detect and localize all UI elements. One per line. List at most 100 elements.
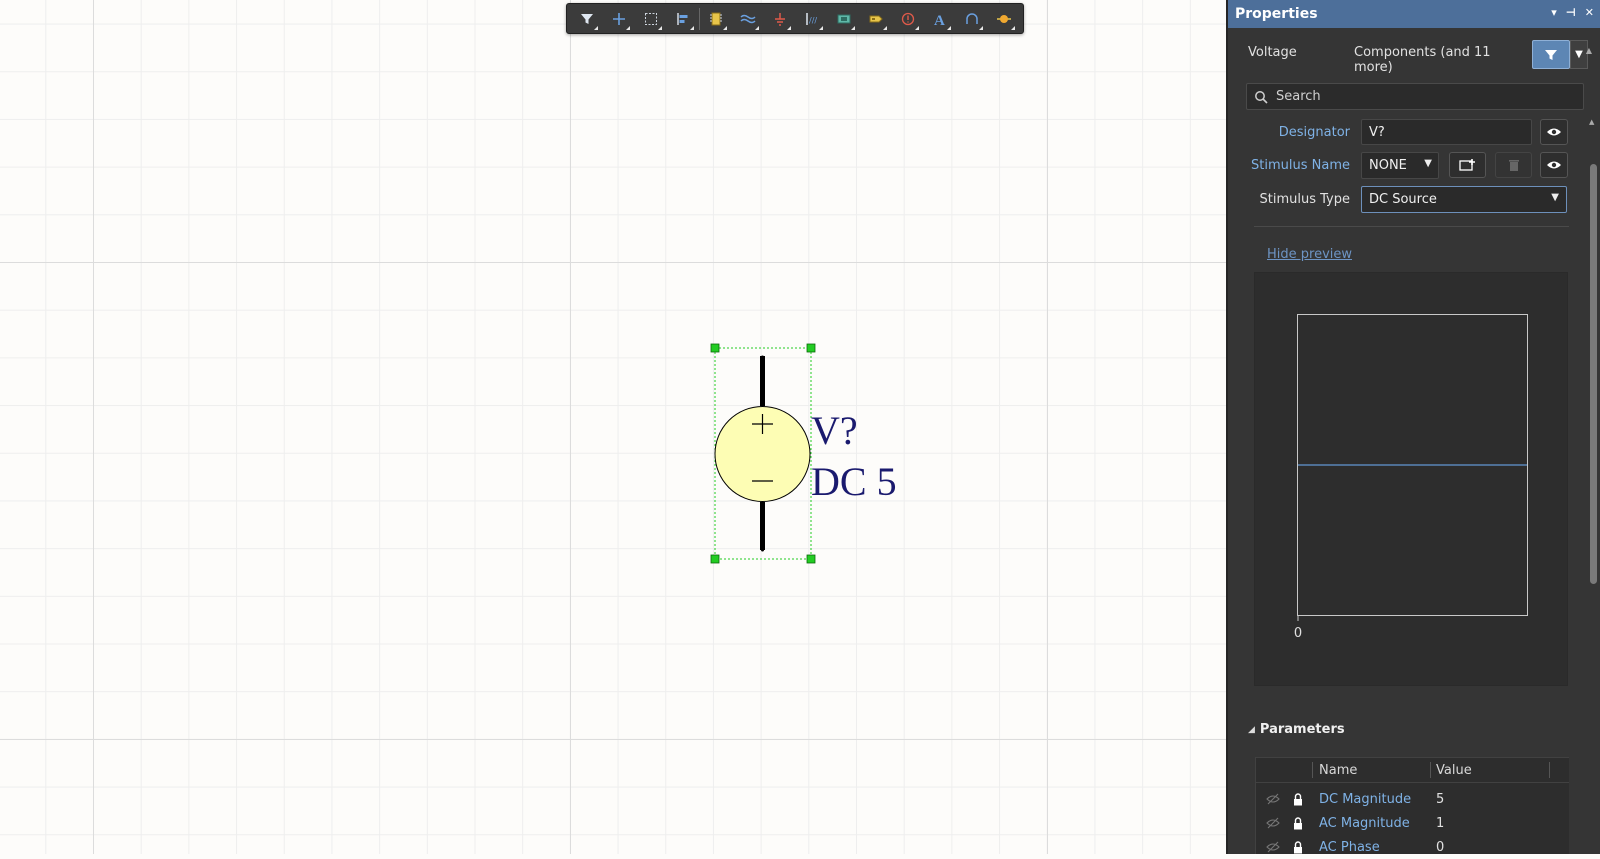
parameters-table: Name Value DC Magnitude 5 AC Magnitude 1… xyxy=(1255,757,1569,855)
parameters-header[interactable]: ◢ Parameters xyxy=(1248,722,1345,737)
stimulus-type-label: Stimulus Type xyxy=(1259,192,1350,207)
voltage-source-component[interactable]: V? DC 5 xyxy=(710,343,897,564)
search-icon xyxy=(1255,90,1268,104)
scroll-up-icon[interactable]: ▲ xyxy=(1589,118,1594,126)
value-text[interactable]: DC 5 xyxy=(811,459,897,504)
designator-visibility-button[interactable] xyxy=(1540,119,1568,145)
trash-icon xyxy=(1508,160,1519,171)
stimulus-type-select[interactable]: DC Source ▼ xyxy=(1361,186,1567,213)
object-type-row: Voltage xyxy=(1248,45,1297,60)
handle-top-right[interactable] xyxy=(806,343,816,353)
panel-menu-icon[interactable]: ▾ xyxy=(1551,6,1557,19)
stimulus-name-label: Stimulus Name xyxy=(1251,158,1350,173)
bus-icon xyxy=(740,14,756,23)
preview-plot: 0 xyxy=(1294,314,1528,641)
component-icon xyxy=(710,12,722,25)
parameters-heading: Parameters xyxy=(1259,722,1345,737)
schematic-canvas[interactable]: V? DC 5 /// A xyxy=(0,0,1226,854)
align-button[interactable] xyxy=(667,4,699,33)
designator-value: V? xyxy=(1369,124,1385,140)
object-type-label: Voltage xyxy=(1248,45,1297,60)
port-icon xyxy=(869,15,883,22)
svg-text:A: A xyxy=(934,13,945,27)
table-row[interactable]: AC Phase 0 xyxy=(1256,835,1569,859)
text-icon: A xyxy=(934,13,945,27)
place-bus-button[interactable] xyxy=(732,4,764,33)
place-arc-button[interactable] xyxy=(956,4,988,33)
hide-preview-link[interactable]: Hide preview xyxy=(1267,247,1352,262)
panel-title: Properties xyxy=(1235,6,1318,22)
place-power-port-button[interactable] xyxy=(764,4,796,33)
hidden-eye-icon[interactable] xyxy=(1266,841,1280,853)
place-port-button[interactable] xyxy=(860,4,892,33)
stimulus-name-select[interactable]: NONE ▼ xyxy=(1361,152,1439,179)
place-text-button[interactable]: A xyxy=(924,4,956,33)
filter-icon xyxy=(581,13,593,24)
chevron-down-icon: ▼ xyxy=(1575,49,1583,60)
column-name[interactable]: Name xyxy=(1319,763,1357,778)
scroll-up-arrow[interactable]: ▲ xyxy=(1586,46,1592,55)
lock-icon[interactable] xyxy=(1293,792,1303,806)
select-area-button[interactable] xyxy=(635,4,667,33)
param-value: 5 xyxy=(1436,791,1445,807)
hidden-eye-icon[interactable] xyxy=(1266,817,1280,829)
designator-text[interactable]: V? xyxy=(811,408,858,453)
close-icon[interactable]: ✕ xyxy=(1585,6,1594,19)
arc-icon xyxy=(966,12,978,24)
divider xyxy=(1254,226,1569,227)
properties-panel: Properties ▾ ⊣ ✕ Voltage Components (and… xyxy=(1226,0,1600,855)
handle-bottom-right[interactable] xyxy=(806,554,816,564)
param-value: 1 xyxy=(1436,815,1445,831)
parameters-header-row: Name Value xyxy=(1256,758,1569,783)
filter-tool-button[interactable] xyxy=(571,4,603,33)
panel-header: Properties ▾ ⊣ ✕ xyxy=(1228,0,1600,28)
stimulus-type-value: DC Source xyxy=(1369,192,1437,207)
chevron-down-icon: ▼ xyxy=(1424,158,1432,169)
net-label-icon: /// xyxy=(806,12,817,25)
lock-icon[interactable] xyxy=(1293,816,1303,830)
select-area-icon xyxy=(645,12,657,25)
place-harness-button[interactable] xyxy=(828,4,860,33)
stimulus-preview: 0 xyxy=(1254,272,1568,686)
table-row[interactable]: DC Magnitude 5 xyxy=(1256,787,1569,811)
filter-summary: Components (and 11 more) xyxy=(1354,45,1491,75)
align-icon xyxy=(677,12,688,25)
scroll-thumb[interactable] xyxy=(1590,164,1597,584)
param-name: DC Magnitude xyxy=(1319,791,1412,807)
stimulus-visibility-button[interactable] xyxy=(1540,152,1568,178)
add-wire-button[interactable] xyxy=(603,4,635,33)
svg-text:///: /// xyxy=(809,16,817,25)
eye-icon xyxy=(1547,128,1561,136)
handle-bottom-left[interactable] xyxy=(710,554,720,564)
active-bar-toolbar: /// A xyxy=(566,3,1024,34)
add-stimulus-button[interactable] xyxy=(1449,152,1486,178)
filter-button[interactable] xyxy=(1532,40,1570,69)
designator-label: Designator xyxy=(1278,125,1350,140)
search-input[interactable]: Search xyxy=(1246,83,1584,110)
net-color-button[interactable] xyxy=(988,4,1020,33)
hidden-eye-icon[interactable] xyxy=(1266,793,1280,805)
collapse-triangle-icon: ◢ xyxy=(1248,724,1255,735)
delete-stimulus-button[interactable] xyxy=(1495,152,1532,178)
place-part-button[interactable] xyxy=(700,4,732,33)
lock-icon[interactable] xyxy=(1293,840,1303,854)
place-no-erc-button[interactable] xyxy=(892,4,924,33)
add-stimulus-icon xyxy=(1458,159,1475,171)
column-value[interactable]: Value xyxy=(1436,763,1472,778)
stimulus-name-value: NONE xyxy=(1369,158,1407,173)
filter-icon xyxy=(1545,49,1557,60)
param-name: AC Magnitude xyxy=(1319,815,1410,831)
table-row[interactable]: AC Magnitude 1 xyxy=(1256,811,1569,835)
designator-field[interactable]: V? xyxy=(1361,119,1532,145)
pin-icon[interactable]: ⊣ xyxy=(1566,6,1576,19)
param-value: 0 xyxy=(1436,839,1445,855)
place-net-label-button[interactable]: /// xyxy=(796,4,828,33)
panel-scrollbar[interactable]: ▲ xyxy=(1589,118,1598,854)
handle-top-left[interactable] xyxy=(710,343,720,353)
search-placeholder: Search xyxy=(1276,89,1321,104)
param-name: AC Phase xyxy=(1319,839,1380,855)
ground-icon xyxy=(775,12,785,26)
net-color-icon xyxy=(997,14,1011,23)
eye-icon xyxy=(1547,161,1561,169)
harness-icon xyxy=(837,14,851,23)
